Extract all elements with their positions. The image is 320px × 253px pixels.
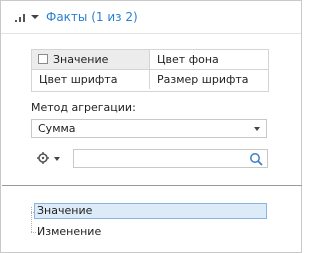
chevron-down-icon[interactable]	[53, 156, 61, 162]
panel-header: Факты (1 из 2)	[1, 1, 301, 34]
fact-list-item[interactable]: Изменение	[37, 224, 101, 240]
search-input[interactable]	[73, 149, 268, 168]
attr-cell-label: Значение	[53, 53, 109, 66]
section-divider	[2, 185, 302, 186]
facts-panel: Факты (1 из 2) Значение Цвет фона Цвет ш…	[0, 0, 302, 253]
tree-connector	[31, 207, 32, 232]
attr-cell-font-color[interactable]: Цвет шрифта	[32, 70, 150, 89]
attr-cell-font-size[interactable]: Размер шрифта	[150, 70, 268, 89]
gear-icon[interactable]	[37, 152, 49, 164]
panel-title[interactable]: Факты (1 из 2)	[46, 10, 138, 24]
aggregation-selected-value: Сумма	[38, 122, 76, 135]
aggregation-select[interactable]: Сумма	[31, 119, 267, 138]
checkbox[interactable]	[38, 54, 48, 64]
fact-list-item[interactable]: Значение	[34, 203, 267, 219]
attr-cell-label: Размер шрифта	[157, 73, 249, 86]
attr-cell-label: Цвет шрифта	[39, 73, 118, 86]
search-icon[interactable]	[249, 152, 263, 166]
chevron-down-icon[interactable]	[30, 12, 40, 22]
chevron-down-icon[interactable]	[254, 127, 260, 131]
attr-cell-label: Цвет фона	[157, 53, 219, 66]
attr-cell-background-color[interactable]: Цвет фона	[150, 50, 268, 70]
signal-bars-icon	[15, 14, 25, 22]
tree-connector	[31, 232, 36, 233]
header-divider	[1, 33, 301, 34]
attr-cell-value[interactable]: Значение	[32, 50, 150, 70]
aggregation-label: Метод агрегации:	[31, 101, 136, 114]
attribute-grid: Значение Цвет фона Цвет шрифта Размер шр…	[31, 49, 269, 92]
